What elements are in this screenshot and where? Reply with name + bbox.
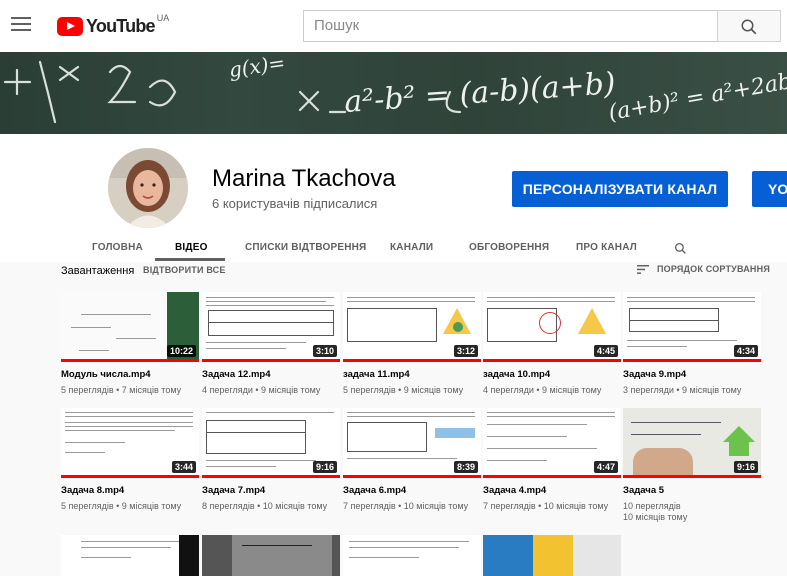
video-card[interactable]: 9:16 Задача 7.mp4 8 переглядів • 10 міся… xyxy=(202,408,340,512)
video-meta: 3 перегляди • 9 місяців тому xyxy=(623,385,742,395)
video-duration: 9:16 xyxy=(312,461,337,473)
search-icon xyxy=(741,19,757,35)
youtube-play-icon xyxy=(57,16,83,36)
video-card[interactable]: 3:12 задача 11.mp4 5 переглядів • 9 міся… xyxy=(343,292,481,396)
video-duration: 3:12 xyxy=(453,345,478,357)
video-card[interactable]: 4:34 Задача 9.mp4 3 перегляди • 9 місяці… xyxy=(623,292,761,396)
video-duration: 3:10 xyxy=(312,345,337,357)
menu-icon[interactable] xyxy=(11,17,31,35)
video-meta: 10 переглядів 10 місяців тому xyxy=(623,501,688,522)
video-title[interactable]: Задача 9.mp4 xyxy=(623,369,761,380)
top-bar: YouTube UA Пошук xyxy=(0,0,787,52)
banner-art: g(x)= a²-b² = (a-b)(a+b) (a+b)² = a²+2ab xyxy=(3,52,787,126)
video-duration: 9:16 xyxy=(733,461,758,473)
video-duration: 4:47 xyxy=(593,461,618,473)
video-meta: 4 перегляди • 9 місяців тому xyxy=(202,385,321,395)
tab-about[interactable]: ПРО КАНАЛ xyxy=(576,242,637,253)
video-title[interactable]: Задача 8.mp4 xyxy=(61,485,199,496)
video-card[interactable]: 4:47 Задача 4.mp4 7 переглядів • 10 міся… xyxy=(483,408,621,512)
video-duration: 4:34 xyxy=(733,345,758,357)
sort-icon xyxy=(637,264,649,274)
video-meta: 8 переглядів • 10 місяців тому xyxy=(202,501,328,511)
sort-label: ПОРЯДОК СОРТУВАННЯ xyxy=(657,264,770,274)
svg-text:(a+b)² = a²+2ab: (a+b)² = a²+2ab xyxy=(607,69,787,126)
youtube-logo[interactable]: YouTube UA xyxy=(57,13,170,37)
search-icon xyxy=(674,242,686,254)
video-thumbnail[interactable] xyxy=(202,535,340,576)
channel-search-button[interactable] xyxy=(674,242,687,260)
video-title[interactable]: Задача 6.mp4 xyxy=(343,485,481,496)
youtube-studio-button[interactable]: YOU xyxy=(752,171,787,207)
tab-home[interactable]: ГОЛОВНА xyxy=(92,242,143,253)
avatar-photo xyxy=(108,148,188,228)
search-input[interactable]: Пошук xyxy=(303,10,718,42)
video-thumbnail[interactable] xyxy=(343,535,481,576)
channel-tabs: ГОЛОВНА ВІДЕО СПИСКИ ВІДТВОРЕННЯ КАНАЛИ … xyxy=(0,236,787,262)
channel-avatar[interactable] xyxy=(108,148,188,228)
video-duration: 3:44 xyxy=(171,461,196,473)
sort-button[interactable]: ПОРЯДОК СОРТУВАННЯ xyxy=(637,264,770,274)
svg-text:g(x)=: g(x)= xyxy=(227,52,286,82)
video-title[interactable]: Задача 5 xyxy=(623,485,761,496)
customize-channel-button[interactable]: ПЕРСОНАЛІЗУВАТИ КАНАЛ xyxy=(512,171,728,207)
video-title[interactable]: Задача 7.mp4 xyxy=(202,485,340,496)
video-title[interactable]: задача 11.mp4 xyxy=(343,369,481,380)
video-title[interactable]: задача 10.mp4 xyxy=(483,369,621,380)
video-meta: 4 перегляди • 9 місяців тому xyxy=(483,385,602,395)
channel-banner: g(x)= a²-b² = (a-b)(a+b) (a+b)² = a²+2ab xyxy=(0,52,787,134)
tab-discussion[interactable]: ОБГОВОРЕННЯ xyxy=(469,242,549,253)
svg-text:a²-b² = (a-b)(a+b): a²-b² = (a-b)(a+b) xyxy=(343,66,617,120)
video-meta: 5 переглядів • 7 місяців тому xyxy=(61,385,182,395)
video-thumbnail[interactable]: 3:12 xyxy=(343,292,481,362)
video-thumbnail[interactable] xyxy=(483,535,621,576)
video-thumbnail[interactable]: 9:16 xyxy=(202,408,340,478)
play-all-button[interactable]: ВІДТВОРИТИ ВСЕ xyxy=(143,265,226,275)
video-card[interactable]: 3:44 Задача 8.mp4 5 переглядів • 9 місяц… xyxy=(61,408,199,512)
channel-name: Marina Tkachova xyxy=(212,165,396,192)
search-button[interactable] xyxy=(717,10,781,42)
video-card[interactable]: 3:10 Задача 12.mp4 4 перегляди • 9 місяц… xyxy=(202,292,340,396)
video-thumbnail[interactable]: 3:44 xyxy=(61,408,199,478)
video-thumbnail[interactable]: 9:16 xyxy=(623,408,761,478)
video-meta: 7 переглядів • 10 місяців тому xyxy=(343,501,469,511)
video-duration: 10:22 xyxy=(166,345,196,357)
video-thumbnail[interactable]: 8:39 xyxy=(343,408,481,478)
video-thumbnail[interactable] xyxy=(61,535,199,576)
video-duration: 8:39 xyxy=(453,461,478,473)
video-card[interactable]: 10:22 Модуль числа.mp4 5 переглядів • 7 … xyxy=(61,292,199,396)
video-title[interactable]: Задача 12.mp4 xyxy=(202,369,340,380)
video-card[interactable]: 8:39 Задача 6.mp4 7 переглядів • 10 міся… xyxy=(343,408,481,512)
video-card[interactable]: 4:45 задача 10.mp4 4 перегляди • 9 місяц… xyxy=(483,292,621,396)
video-thumbnail[interactable]: 4:34 xyxy=(623,292,761,362)
video-duration: 4:45 xyxy=(593,345,618,357)
active-tab-indicator xyxy=(155,258,225,261)
tab-channels[interactable]: КАНАЛИ xyxy=(390,242,433,253)
tab-playlists[interactable]: СПИСКИ ВІДТВОРЕННЯ xyxy=(245,242,366,253)
video-meta: 5 переглядів • 9 місяців тому xyxy=(343,385,464,395)
subscriber-count: 6 користувачів підписалися xyxy=(212,196,378,211)
video-meta: 5 переглядів • 9 місяців тому xyxy=(61,501,182,511)
video-title[interactable]: Задача 4.mp4 xyxy=(483,485,621,496)
logo-region: UA xyxy=(156,13,170,23)
video-meta: 7 переглядів • 10 місяців тому xyxy=(483,501,609,511)
video-thumbnail[interactable]: 4:45 xyxy=(483,292,621,362)
video-thumbnail[interactable]: 4:47 xyxy=(483,408,621,478)
uploads-title: Завантаження xyxy=(61,265,135,277)
logo-text: YouTube xyxy=(86,15,156,36)
video-title[interactable]: Модуль числа.mp4 xyxy=(61,369,199,380)
video-thumbnail[interactable]: 3:10 xyxy=(202,292,340,362)
video-thumbnail[interactable]: 10:22 xyxy=(61,292,199,362)
tab-videos[interactable]: ВІДЕО xyxy=(175,242,208,253)
video-card[interactable]: 9:16 Задача 5 10 переглядів 10 місяців то… xyxy=(623,408,761,523)
